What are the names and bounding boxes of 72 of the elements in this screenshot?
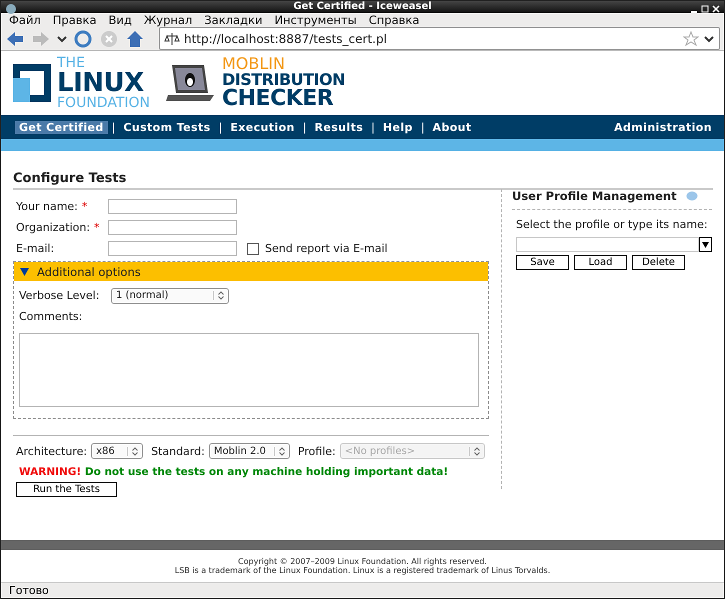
prompt-text: Select the profile or type its name: [516, 218, 709, 232]
logo-text: CHECKER [222, 88, 334, 110]
section-heading: Configure Tests [13, 171, 713, 190]
nav-link[interactable]: Results [310, 120, 368, 134]
input-field[interactable] [108, 241, 237, 256]
warning-message: WARNING! Do not use the tests on any machine holding important data! [19, 466, 450, 478]
logo-text: FOUNDATION [57, 96, 150, 110]
menu-item[interactable]: Вид [102, 13, 138, 28]
nav-separator: | [302, 120, 308, 134]
logo-icon [13, 64, 51, 102]
required-marker: * [94, 221, 100, 234]
menu-item[interactable]: Инструменты [268, 13, 363, 28]
profile-button[interactable]: Delete [632, 255, 685, 270]
profile-combobox[interactable] [516, 237, 712, 252]
checkbox[interactable] [247, 242, 259, 255]
menu-item[interactable]: Правка [46, 13, 103, 28]
panel-heading: User Profile Management [512, 189, 677, 204]
nav-link[interactable]: Custom Tests [119, 120, 215, 134]
logo-text: MOBLIN [222, 56, 285, 72]
status-text: Готово [9, 584, 49, 598]
field-label: Verbose Level: [19, 289, 100, 302]
nav-separator: | [420, 120, 426, 134]
window-title: Get Certified - Iceweasel [293, 1, 432, 12]
menu-item[interactable]: Справка [362, 13, 426, 28]
site-icon [164, 32, 180, 46]
caret-icon [702, 242, 709, 248]
logo-text: DISTRIBUTION [222, 72, 345, 88]
nav-link[interactable]: Administration [614, 120, 712, 134]
nav-separator: | [218, 120, 224, 134]
address-field[interactable]: http://localhost:8887/tests_cert.pl [159, 27, 720, 50]
logo-text: LINUX [57, 70, 144, 96]
laptop-drawing [166, 63, 216, 104]
field-label: E-mail: [16, 242, 54, 256]
back-icon[interactable] [5, 30, 25, 48]
updown-icon [278, 446, 285, 456]
comments-field[interactable] [19, 333, 479, 408]
profile-button[interactable]: Save [516, 255, 569, 270]
nav-link[interactable]: Get Certified [15, 120, 108, 134]
checkbox-label: Send report via E-mail [265, 242, 388, 256]
star-icon[interactable] [683, 30, 699, 47]
field-label: Your name: [16, 200, 78, 214]
options-header[interactable]: Additional options [14, 262, 488, 282]
field-label: Organization: [16, 221, 90, 234]
required-marker: * [82, 200, 88, 214]
field-label: Standard: [151, 444, 205, 458]
field-label: Profile: [298, 444, 336, 458]
menu-item[interactable]: Файл [3, 13, 47, 28]
home-icon[interactable] [125, 28, 145, 49]
input-field[interactable] [108, 199, 237, 214]
dropdown-select[interactable]: Moblin 2.0 [208, 443, 290, 460]
nav-link[interactable]: Help [378, 120, 417, 134]
menu-item[interactable]: Журнал [138, 13, 198, 28]
updown-icon [218, 291, 224, 300]
dropdown-select[interactable]: x86 [91, 443, 144, 460]
input-field[interactable] [108, 220, 237, 236]
footer-text: LSB is a trademark of the Linux Foundation. Linux is a registered trademark of Linus Torvalds. [174, 566, 550, 576]
updown-icon [474, 446, 480, 456]
field-label: Comments: [19, 310, 82, 324]
nav-separator: | [110, 120, 116, 134]
menu-item[interactable]: Закладки [198, 13, 268, 28]
nav-separator: | [370, 120, 376, 134]
logo-text: THE [57, 56, 86, 70]
window-controls-icon[interactable] [690, 4, 720, 14]
run-tests-button[interactable]: Run the Tests [16, 482, 117, 498]
field-label: Architecture: [16, 444, 88, 458]
expand-icon[interactable] [20, 268, 29, 276]
nav-link[interactable]: About [428, 120, 476, 134]
nav-link[interactable]: Execution [226, 120, 299, 134]
updown-icon [132, 446, 138, 456]
footer-text: Copyright © 2007–2009 Linux Foundation. All rights reserved. [238, 557, 487, 566]
profile-button[interactable]: Load [574, 255, 627, 270]
verbose-select[interactable]: 1 (normal) [111, 288, 229, 304]
